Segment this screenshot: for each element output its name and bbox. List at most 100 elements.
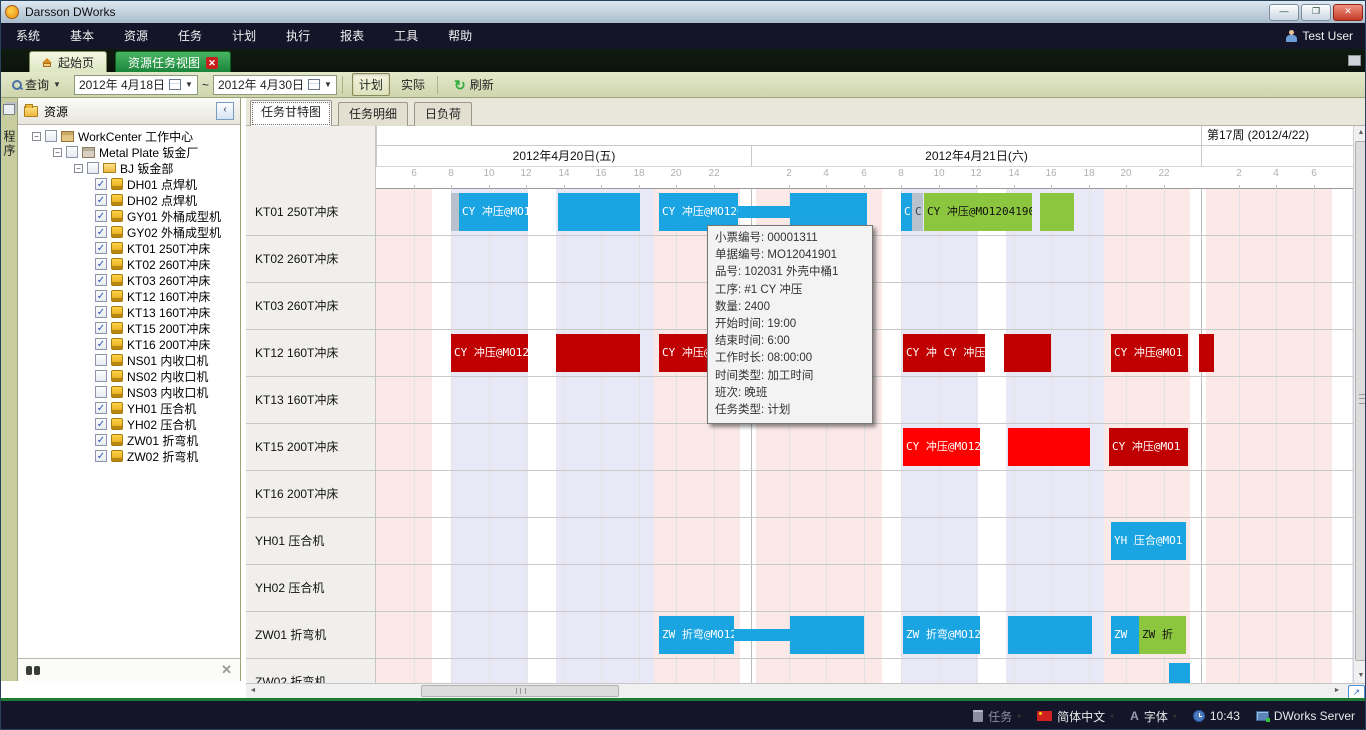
gantt-bar[interactable]: C [912,193,923,231]
actual-toggle-button[interactable]: 实际 [394,73,432,96]
gantt-bar[interactable] [1004,334,1051,372]
tree-item[interactable]: ✓YH01 压合机 [18,400,240,416]
tree-item[interactable]: ✓KT02 260T冲床 [18,256,240,272]
tree-expander-icon[interactable]: − [53,148,62,157]
collapse-panel-button[interactable]: ‹ [216,102,234,120]
menu-item-任务[interactable]: 任务 [163,23,217,49]
menu-item-资源[interactable]: 资源 [109,23,163,49]
menu-item-帮助[interactable]: 帮助 [433,23,487,49]
tree-checkbox[interactable]: ✓ [95,450,107,462]
gantt-bar-connector[interactable] [734,629,790,641]
tree-item[interactable]: ✓KT16 200T冲床 [18,336,240,352]
status-clock[interactable]: 10:43 [1193,709,1240,723]
scroll-down-icon[interactable]: ▼ [1354,669,1366,683]
tree-item[interactable]: ✓ZW01 折弯机 [18,432,240,448]
gantt-bar[interactable]: YH 压合@MO1 [1111,522,1186,560]
tree-expander-icon[interactable]: − [32,132,41,141]
tree-item[interactable]: ✓KT13 160T冲床 [18,304,240,320]
close-search-icon[interactable]: ✕ [221,662,232,678]
tree-item[interactable]: NS01 内收口机 [18,352,240,368]
restore-button[interactable]: ❐ [1301,4,1331,21]
status-clipboard[interactable]: 任务▾ [973,708,1021,725]
tree-item[interactable]: −WorkCenter 工作中心 [18,128,240,144]
status-font[interactable]: A字体▾ [1130,708,1177,725]
menu-item-工具[interactable]: 工具 [379,23,433,49]
horizontal-scroll-thumb[interactable] [421,685,619,697]
menu-item-基本[interactable]: 基本 [55,23,109,49]
tree-checkbox[interactable]: ✓ [95,178,107,190]
gantt-bar[interactable] [556,334,640,372]
gantt-bar[interactable] [1199,334,1214,372]
tree-item[interactable]: ✓KT01 250T冲床 [18,240,240,256]
gantt-bar[interactable]: CY 冲压@MO1 [1111,334,1188,372]
tree-expander-icon[interactable]: − [74,164,83,173]
gantt-bar[interactable]: CY 冲 CY 冲压@MO12041904 [903,334,985,372]
query-button[interactable]: 查询 ▼ [5,73,68,96]
tree-item[interactable]: NS03 内收口机 [18,384,240,400]
tree-checkbox[interactable]: ✓ [95,306,107,318]
gantt-bar[interactable] [790,616,864,654]
program-panel-tab[interactable]: 程序 [1,130,18,158]
tree-item[interactable]: ✓YH02 压合机 [18,416,240,432]
plan-toggle-button[interactable]: 计划 [352,73,390,96]
tree-item[interactable]: ✓DH02 点焊机 [18,192,240,208]
status-flag[interactable]: 简体中文▾ [1037,708,1114,725]
tree-checkbox[interactable]: ✓ [95,322,107,334]
tree-checkbox[interactable]: ✓ [95,418,107,430]
gantt-bar[interactable]: CY 冲压@MO12041902 [924,193,1032,231]
tree-checkbox[interactable] [95,386,107,398]
gantt-bar[interactable]: ZW 折 [1139,616,1186,654]
gantt-bar-connector[interactable] [738,206,790,218]
close-button[interactable]: ✕ [1333,4,1363,21]
gantt-bar[interactable]: CY 冲压@MO1 [1109,428,1188,466]
gantt-bar[interactable]: ZW 折弯@MO12041901 [903,616,980,654]
tree-checkbox[interactable] [45,130,57,142]
date-from-picker[interactable]: 2012年 4月18日 ▼ [74,75,198,95]
tree-item[interactable]: −BJ 钣金部 [18,160,240,176]
close-tab-icon[interactable]: ✕ [206,57,218,69]
menu-item-计划[interactable]: 计划 [217,23,271,49]
tree-item[interactable]: ✓KT15 200T冲床 [18,320,240,336]
gantt-tab-3[interactable]: 日负荷 [414,102,472,127]
menu-item-执行[interactable]: 执行 [271,23,325,49]
window-list-icon[interactable] [1348,55,1361,66]
tree-checkbox[interactable] [95,370,107,382]
scroll-up-icon[interactable]: ▲ [1354,126,1366,140]
date-to-picker[interactable]: 2012年 4月30日 ▼ [213,75,337,95]
vertical-scroll-thumb[interactable] [1355,141,1366,661]
scroll-left-icon[interactable]: ◄ [246,684,260,698]
horizontal-scrollbar[interactable]: ◄ ► ↗ [246,683,1366,698]
tree-item[interactable]: −Metal Plate 钣金厂 [18,144,240,160]
tree-item[interactable]: ✓DH01 点焊机 [18,176,240,192]
tree-checkbox[interactable] [66,146,78,158]
gantt-bar[interactable] [1040,193,1074,231]
tree-checkbox[interactable] [95,354,107,366]
tree-item[interactable]: ✓ZW02 折弯机 [18,448,240,464]
tree-checkbox[interactable]: ✓ [95,402,107,414]
gantt-bar[interactable] [1008,428,1090,466]
status-server[interactable]: DWorks Server [1256,709,1355,723]
tab-resource-task-view[interactable]: 资源任务视图 ✕ [115,51,231,73]
gantt-bar[interactable]: ZW [1111,616,1139,654]
tree-checkbox[interactable]: ✓ [95,434,107,446]
tree-checkbox[interactable]: ✓ [95,274,107,286]
tree-checkbox[interactable]: ✓ [95,258,107,270]
tree-item[interactable]: ✓KT03 260T冲床 [18,272,240,288]
gantt-bar[interactable] [451,193,459,231]
tree-checkbox[interactable]: ✓ [95,226,107,238]
tree-checkbox[interactable]: ✓ [95,210,107,222]
gantt-bar[interactable]: CY 冲压@MO12041903 [903,428,980,466]
gantt-bar[interactable] [558,193,640,231]
gantt-bar[interactable]: CY 冲压@MO12041901 [459,193,528,231]
gantt-bar[interactable] [1169,663,1190,683]
gantt-bar[interactable]: CY 冲压@MO12041904 [451,334,528,372]
scroll-right-icon[interactable]: ► [1330,684,1344,698]
vertical-scrollbar[interactable]: ▲ ▼ [1353,126,1366,683]
gantt-tab-1[interactable]: 任务甘特图 [250,100,332,127]
tree-item[interactable]: NS02 内收口机 [18,368,240,384]
tree-checkbox[interactable] [87,162,99,174]
docked-panel-strip[interactable]: 程序 [1,98,18,681]
gantt-bar[interactable]: ZW 折弯@MO12041901 [659,616,734,654]
gantt-bar[interactable] [1008,616,1092,654]
gantt-tab-2[interactable]: 任务明细 [338,102,408,127]
